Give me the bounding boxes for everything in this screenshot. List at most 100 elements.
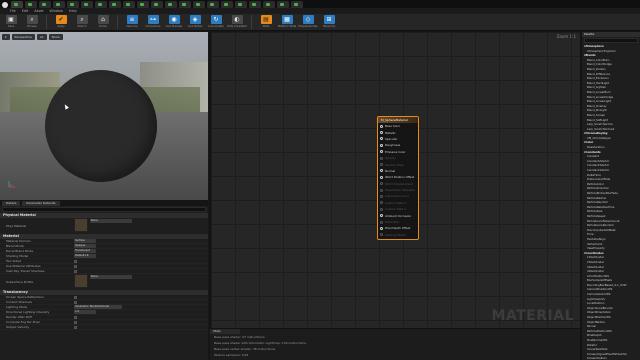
preview-nodes-button[interactable]: ◇ Preview Nodes — [298, 15, 318, 30]
document-tab[interactable] — [81, 1, 93, 8]
save-icon: ▣ — [5, 15, 17, 24]
document-tab[interactable] — [11, 1, 23, 8]
property-dropdown[interactable]: Volumetric NonDirectional — [74, 305, 122, 309]
save-button[interactable]: ▣ Save — [2, 15, 20, 30]
hierarchy-button[interactable]: ⊞ Hierarchy — [320, 15, 338, 30]
viewport-lit-button[interactable]: Lit — [36, 34, 47, 40]
property-label: Directional Lighting Intensity — [6, 310, 50, 314]
tab-parameter-defaults[interactable]: Parameter Defaults — [22, 201, 60, 206]
zoom-level: Zoom 1:1 — [556, 34, 576, 39]
property-checkbox[interactable] — [74, 325, 77, 329]
hide-unrelated-button[interactable]: ◐ Hide Unrelated — [227, 15, 247, 30]
property-checkbox[interactable] — [74, 300, 77, 304]
document-tab[interactable] — [235, 1, 247, 8]
pin-connector-icon[interactable] — [380, 131, 383, 135]
property-checkbox[interactable] — [74, 269, 77, 273]
node-input-pin[interactable]: Shading Model — [378, 232, 418, 238]
document-tab[interactable] — [193, 1, 205, 8]
pin-connector-icon[interactable] — [380, 188, 383, 192]
material-graph-canvas[interactable]: Zoom 1:1 M_SphereMaterial Base Color Meta… — [210, 32, 580, 328]
property-checkbox[interactable] — [74, 315, 77, 319]
asset-type-icon — [84, 3, 88, 6]
pin-connector-icon[interactable] — [380, 163, 383, 167]
pin-connector-icon[interactable] — [380, 207, 383, 211]
asset-type-icon — [196, 3, 200, 6]
preview-viewport[interactable]: ▾ Perspective Lit Show — [0, 32, 208, 200]
document-tab[interactable] — [39, 1, 51, 8]
pin-connector-icon[interactable] — [380, 175, 383, 179]
property-dropdown[interactable]: 1.0 — [74, 310, 96, 314]
property-checkbox[interactable] — [74, 259, 77, 263]
property-label: Cast Ray Traced Shadows — [6, 269, 45, 273]
document-tab[interactable] — [165, 1, 177, 8]
document-tab[interactable] — [109, 1, 121, 8]
property-dropdown[interactable]: Default Lit — [74, 254, 96, 258]
asset-thumbnail[interactable] — [74, 218, 88, 232]
details-search-input[interactable] — [2, 207, 206, 212]
asset-picker[interactable]: None — [90, 219, 132, 223]
asset-type-icon — [70, 3, 74, 6]
stats-button[interactable]: ▤ Stats — [257, 15, 275, 30]
connectors-button[interactable]: ⊶ Connectors — [144, 15, 162, 30]
live-update-button[interactable]: ↻ Live Update — [207, 15, 225, 30]
property-dropdown[interactable]: Translucent — [74, 249, 96, 253]
document-tab[interactable] — [249, 1, 261, 8]
document-tab[interactable] — [137, 1, 149, 8]
search-button[interactable]: ⌕ Search — [73, 15, 91, 30]
material-result-node[interactable]: M_SphereMaterial Base Color Metallic Specu… — [377, 116, 419, 240]
document-tab[interactable] — [25, 1, 37, 8]
document-tab[interactable] — [179, 1, 191, 8]
property-checkbox[interactable] — [74, 320, 77, 324]
home-button[interactable]: ⌂ Home — [94, 15, 112, 30]
apply-button[interactable]: ✔ Apply — [52, 15, 70, 30]
asset-thumbnail[interactable] — [74, 274, 88, 288]
document-tab[interactable] — [277, 1, 289, 8]
menu-file[interactable]: File — [10, 9, 16, 13]
pin-connector-icon[interactable] — [380, 220, 383, 224]
pin-connector-icon[interactable] — [380, 226, 383, 230]
pin-connector-icon[interactable] — [380, 182, 383, 186]
pin-connector-icon[interactable] — [380, 194, 383, 198]
pin-connector-icon[interactable] — [380, 137, 383, 141]
document-tab[interactable] — [123, 1, 135, 8]
viewport-perspective-button[interactable]: Perspective — [11, 34, 35, 40]
property-dropdown[interactable]: Opaque — [74, 244, 96, 248]
clean-up-button[interactable]: ≡ Clean Up — [123, 15, 141, 30]
document-tab[interactable] — [221, 1, 233, 8]
live-preview-button[interactable]: ◉ Live Preview — [165, 15, 183, 30]
document-tab[interactable] — [151, 1, 163, 8]
platform-stats-button[interactable]: ▦ Platform Stats — [278, 15, 296, 30]
browse-button[interactable]: ⌕ Browse — [23, 15, 41, 30]
pin-connector-icon[interactable] — [380, 156, 383, 160]
tab-details[interactable]: Details — [2, 201, 21, 206]
pin-label: Opacity Mask — [385, 162, 404, 167]
asset-picker[interactable]: None — [90, 275, 132, 279]
palette-item[interactable]: ScreenPosition — [582, 356, 640, 360]
property-dropdown[interactable]: Surface — [74, 239, 96, 243]
document-tab[interactable] — [207, 1, 219, 8]
menu-asset[interactable]: Asset — [34, 9, 43, 13]
live-nodes-button[interactable]: ◈ Live Nodes — [186, 15, 204, 30]
document-tab[interactable] — [263, 1, 275, 8]
property-checkbox[interactable] — [74, 295, 77, 299]
pin-connector-icon[interactable] — [380, 233, 383, 237]
pin-connector-icon[interactable] — [380, 201, 383, 205]
document-tab[interactable] — [53, 1, 65, 8]
document-tab[interactable] — [95, 1, 107, 8]
pin-connector-icon[interactable] — [380, 150, 383, 154]
pin-connector-icon[interactable] — [380, 214, 383, 218]
pin-connector-icon[interactable] — [380, 143, 383, 147]
document-tab[interactable] — [67, 1, 79, 8]
viewport-show-button[interactable]: Show — [48, 34, 63, 40]
document-tab[interactable] — [291, 1, 303, 8]
pin-connector-icon[interactable] — [380, 124, 383, 128]
toolbar-button-label: Live Nodes — [187, 25, 203, 28]
palette-search-input[interactable] — [584, 38, 638, 43]
viewport-options-button[interactable]: ▾ — [2, 34, 10, 40]
menu-edit[interactable]: Edit — [22, 9, 29, 13]
palette-title: Palette — [582, 32, 640, 37]
menu-help[interactable]: Help — [69, 9, 77, 13]
property-checkbox[interactable] — [74, 264, 77, 268]
pin-connector-icon[interactable] — [380, 169, 383, 173]
menu-window[interactable]: Window — [50, 9, 63, 13]
